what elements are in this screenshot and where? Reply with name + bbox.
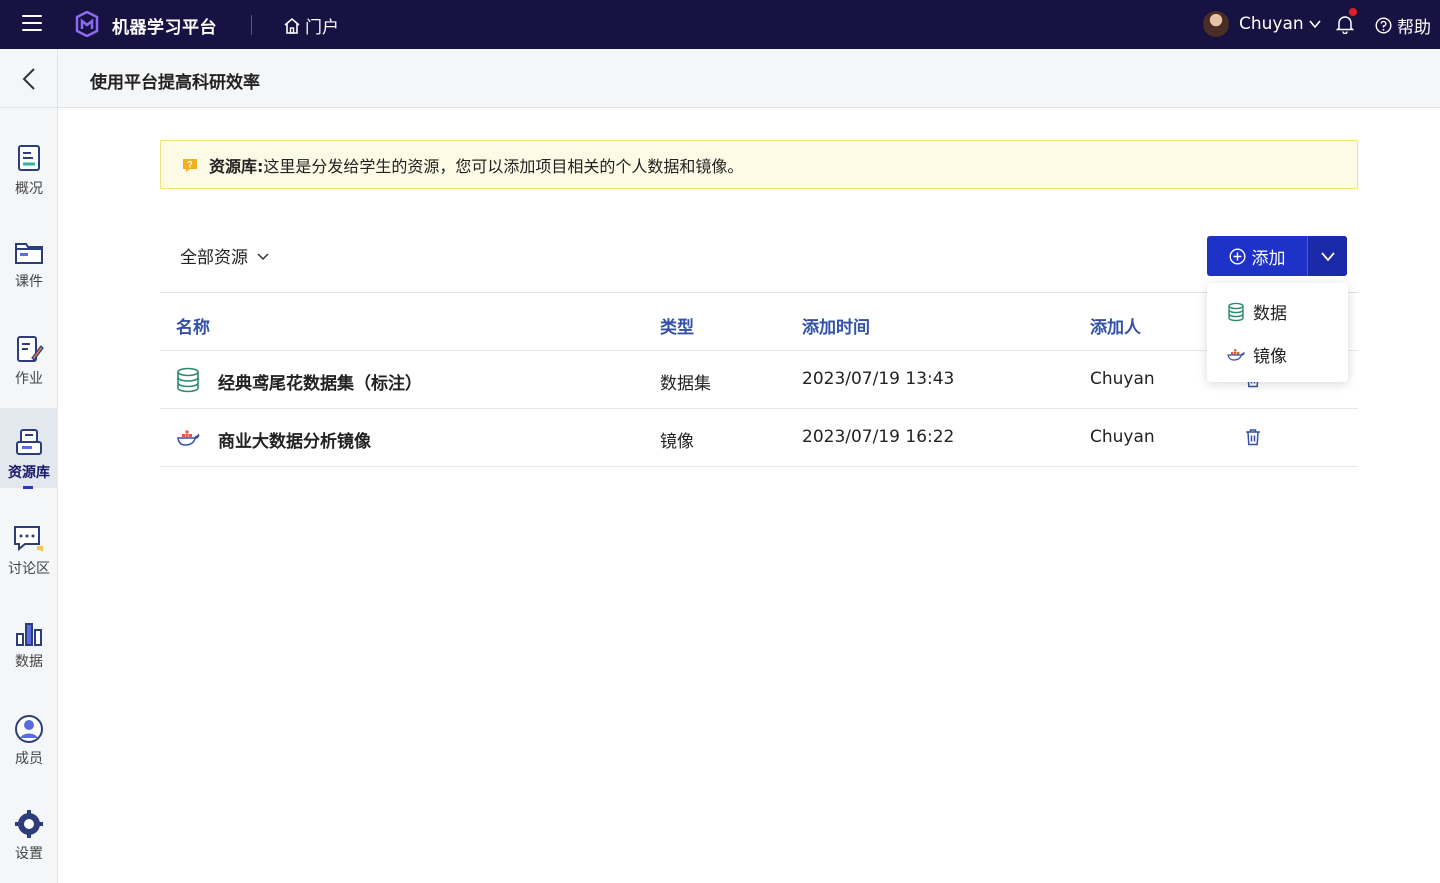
homework-icon: [17, 336, 44, 362]
discussion-icon: [14, 526, 43, 552]
user-icon: [15, 715, 43, 743]
sidebar-item-label: 课件: [15, 274, 43, 290]
platform-logo-icon[interactable]: [74, 10, 100, 41]
menu-item-add-image[interactable]: 镜像: [1227, 342, 1287, 367]
sidebar-item-data[interactable]: 数据: [0, 591, 58, 671]
add-dropdown-menu: 数据 镜像: [1207, 283, 1348, 382]
filter-label: 全部资源: [180, 248, 248, 268]
svg-text:?: ?: [187, 159, 193, 169]
notification-dot: [1349, 8, 1357, 16]
sidebar: 概况 课件 作业 资源库 讨论区 数据 成员 设置: [0, 108, 58, 883]
sidebar-item-label: 设置: [15, 846, 43, 862]
sidebar-item-overview[interactable]: 概况: [0, 116, 58, 197]
sidebar-item-label: 概况: [15, 181, 43, 197]
notice-text: 这里是分发给学生的资源，您可以添加项目相关的个人数据和镜像。: [263, 156, 744, 176]
overview-icon: [18, 145, 40, 171]
chevron-down-icon: [1320, 252, 1335, 262]
help-link[interactable]: 帮助: [1375, 13, 1431, 38]
user-name: Chuyan: [1239, 14, 1304, 34]
resource-type: 镜像: [660, 432, 694, 452]
column-header-type[interactable]: 类型: [660, 313, 694, 338]
add-button[interactable]: 添加: [1207, 236, 1307, 276]
resource-table: 名称 类型 添加时间 添加人 经典鸢尾花数据集（标注） 数据集 2023/07/…: [160, 292, 1358, 467]
database-icon: [1228, 302, 1244, 321]
add-split-button: 添加: [1207, 236, 1347, 276]
column-header-name[interactable]: 名称: [176, 313, 210, 338]
home-icon: [284, 17, 300, 34]
course-header: 使用平台提高科研效率: [0, 49, 1440, 108]
resource-time: 2023/07/19 13:43: [802, 369, 955, 389]
back-button[interactable]: [0, 49, 58, 108]
resource-name[interactable]: 商业大数据分析镜像: [218, 427, 371, 452]
sidebar-item-resources[interactable]: 资源库: [0, 408, 58, 489]
info-notice: ? 资源库: 这里是分发给学生的资源，您可以添加项目相关的个人数据和镜像。: [160, 140, 1358, 189]
sidebar-item-label: 资源库: [8, 465, 50, 481]
menu-item-label: 镜像: [1253, 347, 1287, 367]
portal-label: 门户: [305, 18, 339, 38]
docker-icon: [177, 430, 200, 446]
plus-circle-icon: [1228, 247, 1246, 265]
table-row[interactable]: 经典鸢尾花数据集（标注） 数据集 2023/07/19 13:43 Chuyan: [160, 351, 1358, 409]
table-header: 名称 类型 添加时间 添加人: [160, 292, 1358, 351]
sidebar-item-homework[interactable]: 作业: [0, 306, 58, 387]
sidebar-item-discussion[interactable]: 讨论区: [0, 496, 58, 577]
resource-filter-dropdown[interactable]: 全部资源: [180, 243, 270, 268]
topbar-divider: [251, 15, 252, 35]
bell-icon[interactable]: [1335, 14, 1355, 38]
active-indicator: [23, 486, 33, 489]
hamburger-menu-icon[interactable]: [22, 15, 42, 33]
gear-icon: [15, 810, 43, 838]
avatar: [1203, 11, 1229, 37]
database-icon: [177, 367, 199, 393]
trash-icon[interactable]: [1245, 428, 1261, 446]
sidebar-item-label: 成员: [15, 751, 43, 767]
folder-icon: [15, 243, 43, 264]
resource-owner: Chuyan: [1090, 369, 1155, 389]
resource-type: 数据集: [660, 374, 711, 394]
chevron-left-icon: [22, 67, 35, 90]
column-header-time[interactable]: 添加时间: [802, 313, 870, 338]
column-header-owner[interactable]: 添加人: [1090, 313, 1141, 338]
resource-owner: Chuyan: [1090, 427, 1155, 447]
add-dropdown-toggle[interactable]: [1307, 236, 1347, 276]
resource-name[interactable]: 经典鸢尾花数据集（标注）: [218, 369, 422, 394]
question-circle-icon: [1375, 17, 1392, 34]
docker-icon: [1227, 348, 1245, 361]
table-row[interactable]: 商业大数据分析镜像 镜像 2023/07/19 16:22 Chuyan: [160, 409, 1358, 467]
sidebar-item-settings[interactable]: 设置: [0, 781, 58, 862]
app-title[interactable]: 机器学习平台: [112, 13, 217, 38]
bar-chart-icon: [16, 623, 42, 646]
sidebar-item-label: 作业: [15, 371, 43, 387]
menu-item-add-data[interactable]: 数据: [1227, 299, 1287, 324]
sidebar-item-members[interactable]: 成员: [0, 686, 58, 767]
user-menu[interactable]: Chuyan: [1203, 11, 1322, 37]
help-badge-icon: ?: [183, 158, 197, 172]
course-title: 使用平台提高科研效率: [90, 73, 260, 93]
resource-icon: [16, 429, 42, 455]
chevron-down-icon: [1309, 20, 1321, 29]
menu-item-label: 数据: [1253, 304, 1287, 324]
portal-link[interactable]: 门户: [283, 13, 339, 38]
sidebar-item-label: 讨论区: [8, 561, 50, 577]
notice-title: 资源库:: [209, 156, 264, 176]
sidebar-item-label: 数据: [15, 654, 43, 670]
add-label: 添加: [1251, 248, 1286, 269]
top-navbar: 机器学习平台 门户 Chuyan 帮助: [0, 0, 1440, 49]
help-label: 帮助: [1397, 18, 1431, 38]
sidebar-item-courseware[interactable]: 课件: [0, 211, 58, 291]
resource-time: 2023/07/19 16:22: [802, 427, 955, 447]
chevron-down-icon: [257, 252, 269, 260]
